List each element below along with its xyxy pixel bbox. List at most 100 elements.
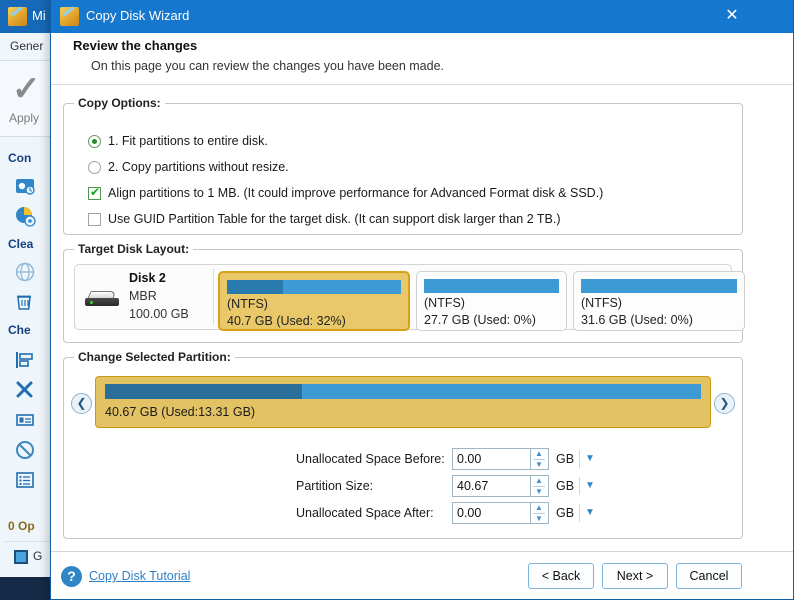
disk-clock-icon[interactable] (14, 175, 36, 197)
no-entry-icon[interactable] (14, 439, 36, 461)
dialog-title: Copy Disk Wizard (86, 8, 190, 23)
unit-dropdown-icon[interactable]: ▼ (585, 453, 595, 464)
disk-name: Disk 2 (129, 271, 166, 285)
unallocated-before-label: Unallocated Space Before: (296, 452, 445, 466)
selected-partition-bar[interactable]: 40.67 GB (Used:13.31 GB) (95, 376, 711, 428)
dialog-titlebar[interactable]: Copy Disk Wizard ✕ (51, 0, 793, 33)
partition-card-1[interactable]: (NTFS) 40.7 GB (Used: 32%) (218, 271, 410, 331)
spin-up-icon[interactable]: ▲ (531, 449, 547, 459)
legend-label: G (33, 549, 43, 563)
partition-size: 27.7 GB (Used: 0%) (424, 313, 536, 327)
checkbox-align-partitions[interactable] (88, 185, 101, 200)
copy-disk-wizard-dialog: Copy Disk Wizard ✕ Review the changes On… (50, 0, 794, 600)
page-subtitle: On this page you can review the changes … (91, 59, 445, 73)
partition-size-spin-buttons[interactable]: ▲ ▼ (531, 475, 549, 497)
radio-fit-partitions[interactable] (88, 135, 101, 148)
partition-size-label: Partition Size: (296, 479, 374, 493)
spin-up-icon[interactable]: ▲ (531, 503, 547, 513)
unit-divider (579, 477, 580, 495)
unallocated-after-stepper[interactable]: ▲ ▼ (452, 502, 549, 524)
app-logo-icon (8, 7, 27, 26)
partition-size: 31.6 GB (Used: 0%) (581, 313, 693, 327)
checkbox-use-gpt[interactable] (88, 213, 101, 226)
unallocated-after-unit: GB (556, 506, 575, 520)
disk-capacity: 100.00 GB (129, 307, 189, 321)
target-disk-layout-legend: Target Disk Layout: (74, 242, 194, 256)
page-title: Review the changes (73, 38, 198, 53)
disk-pie-icon[interactable] (14, 205, 36, 227)
partition-filesystem: (NTFS) (424, 296, 465, 310)
spin-down-icon[interactable]: ▼ (531, 460, 547, 470)
align-icon[interactable] (14, 349, 36, 371)
hard-disk-icon (85, 291, 119, 306)
option-label: Use GUID Partition Table for the target … (108, 212, 561, 226)
chevron-right-icon[interactable]: ❯ (714, 393, 735, 414)
unallocated-after-input[interactable] (452, 502, 531, 524)
partition-usage-bar (581, 279, 737, 293)
unit-divider (579, 450, 580, 468)
copy-options-legend: Copy Options: (74, 96, 165, 110)
partition-filesystem: (NTFS) (227, 297, 268, 311)
chevron-left-icon[interactable]: ❮ (71, 393, 92, 414)
list-icon[interactable] (14, 469, 36, 491)
label-icon[interactable] (14, 409, 36, 431)
copy-options-group: Copy Options: 1. Fit partitions to entir… (63, 96, 743, 235)
partition-size: 40.7 GB (Used: 32%) (227, 314, 346, 328)
sidebar-heading-check: Che (8, 323, 31, 337)
back-button[interactable]: < Back (528, 563, 594, 589)
target-disk-layout-group: Target Disk Layout: Disk 2 MBR 100.00 GB… (63, 242, 745, 343)
operations-count-label: 0 Op (8, 519, 35, 533)
radio-copy-without-resize[interactable] (88, 161, 101, 174)
unallocated-after-label: Unallocated Space After: (296, 506, 434, 520)
spin-down-icon[interactable]: ▼ (531, 487, 547, 497)
tools-icon[interactable] (14, 379, 36, 401)
disk-scheme: MBR (129, 289, 157, 303)
menu-item-general[interactable]: Gener (10, 39, 43, 53)
partition-size-unit: GB (556, 479, 575, 493)
wizard-wand-icon (60, 7, 79, 26)
spin-down-icon[interactable]: ▼ (531, 514, 547, 524)
partition-card-2[interactable]: (NTFS) 27.7 GB (Used: 0%) (416, 271, 567, 331)
partition-usage-bar (424, 279, 559, 293)
unit-dropdown-icon[interactable]: ▼ (585, 507, 595, 518)
partition-card-3[interactable]: (NTFS) 31.6 GB (Used: 0%) (573, 271, 745, 331)
unallocated-after-spin-buttons[interactable]: ▲ ▼ (531, 502, 549, 524)
selected-partition-usage-bar (105, 384, 701, 399)
next-button[interactable]: Next > (602, 563, 668, 589)
partition-usage-bar (227, 280, 401, 294)
unallocated-before-spin-buttons[interactable]: ▲ ▼ (531, 448, 549, 470)
unallocated-before-stepper[interactable]: ▲ ▼ (452, 448, 549, 470)
option-label: 1. Fit partitions to entire disk. (108, 134, 268, 148)
change-selected-partition-group: Change Selected Partition: ❮ ❯ 40.67 GB … (63, 350, 743, 539)
sidebar-divider (4, 541, 54, 542)
footer-divider (51, 551, 793, 552)
partition-size-input[interactable] (452, 475, 531, 497)
unit-divider (579, 504, 580, 522)
dialog-close-button[interactable]: ✕ (715, 0, 749, 32)
legend-color-swatch (14, 550, 28, 564)
selected-partition-label: 40.67 GB (Used:13.31 GB) (105, 405, 256, 419)
apply-button-label[interactable]: Apply (9, 111, 39, 125)
copy-disk-tutorial-link[interactable]: Copy Disk Tutorial (89, 569, 190, 583)
unallocated-before-unit: GB (556, 452, 575, 466)
selected-partition-used-portion (105, 384, 302, 399)
globe-wipe-icon[interactable] (14, 261, 36, 283)
trash-wipe-icon[interactable] (14, 291, 36, 313)
unit-dropdown-icon[interactable]: ▼ (585, 480, 595, 491)
dialog-header: Review the changes On this page you can … (51, 33, 793, 85)
change-selected-partition-legend: Change Selected Partition: (74, 350, 235, 364)
partition-filesystem: (NTFS) (581, 296, 622, 310)
option-label: 2. Copy partitions without resize. (108, 160, 289, 174)
spin-up-icon[interactable]: ▲ (531, 476, 547, 486)
unallocated-before-input[interactable] (452, 448, 531, 470)
question-mark-icon[interactable]: ? (61, 566, 82, 587)
screen: Mi ✕ Gener ool ✓ Apply grade! Con (0, 0, 794, 600)
background-window-title: Mi (32, 8, 46, 23)
partition-size-stepper[interactable]: ▲ ▼ (452, 475, 549, 497)
cancel-button[interactable]: Cancel (676, 563, 742, 589)
sidebar-heading-convert: Con (8, 151, 32, 165)
disk-layout-panel: Disk 2 MBR 100.00 GB (NTFS) 40.7 GB (Use… (74, 264, 745, 331)
disk-divider (213, 269, 214, 325)
option-label: Align partitions to 1 MB. (It could impr… (108, 186, 604, 200)
partition-used-portion (227, 280, 283, 294)
